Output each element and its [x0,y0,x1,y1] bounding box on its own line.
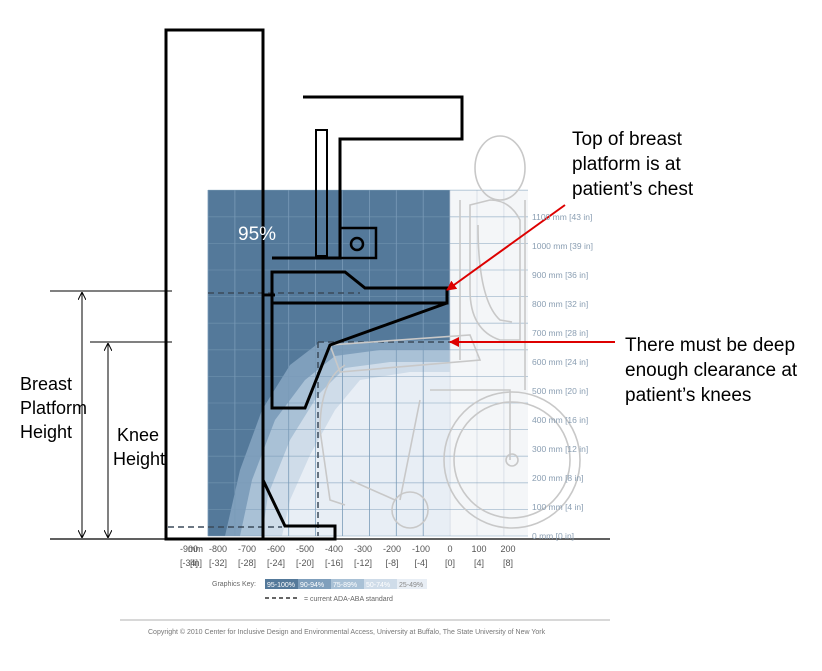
figure-grid-background [450,190,528,536]
knee-height-line-1: Knee [116,425,160,445]
x-tick-label-mm: -400 [325,544,343,554]
x-tick-label-in: [-16] [325,558,343,568]
breast-platform-height-label: Breast Platform Height [20,372,88,444]
x-tick-label-mm: 0 [447,544,452,554]
y-tick-label: 900 mm [36 in] [532,270,588,280]
clearance-line-3: patient’s knees [625,385,752,406]
top-platform-line-1: Top of breast [572,129,682,150]
x-axis-labels: -900[-34]-800[-32]-700[-28]-600[-24]-500… [180,544,516,568]
y-tick-label: 600 mm [24 in] [532,357,588,367]
key-item-95-100: 95-100% [267,582,295,589]
x-tick-label-in: [-32] [209,558,227,568]
key-item-90-94: 90-94% [300,582,324,589]
graphics-key: Graphics Key: 95-100% 90-94% 75-89% 50-7… [212,579,427,603]
breast-platform-height-line-1: Breast [20,374,73,394]
reach-percent-label: 95% [238,224,276,245]
top-platform-line-3: patient’s chest [572,179,694,200]
y-tick-label: 100 mm [4 in] [532,502,584,512]
x-tick-label-in: [-28] [238,558,256,568]
top-platform-annotation: Top of breast platform is at patient’s c… [572,127,693,202]
clearance-line-1: There must be deep [625,335,796,356]
y-tick-label: 800 mm [32 in] [532,299,588,309]
clearance-annotation: There must be deep enough clearance at p… [625,333,797,408]
y-tick-label: 1000 mm [39 in] [532,241,593,251]
x-tick-label-mm: 100 [471,544,486,554]
key-item-75-89: 75-89% [333,582,357,589]
x-tick-label-mm: -100 [412,544,430,554]
knee-height-line-2: Height [113,449,166,469]
key-item-25-49: 25-49% [399,582,423,589]
copyright-text: Copyright © 2010 Center for Inclusive De… [148,628,546,636]
graphics-key-label: Graphics Key: [212,581,256,588]
x-tick-label-mm: -200 [383,544,401,554]
x-tick-label-in: [-12] [354,558,372,568]
y-tick-label: 500 mm [20 in] [532,386,588,396]
x-unit-in: [in] [190,558,202,568]
y-tick-label: 700 mm [28 in] [532,328,588,338]
x-tick-label-mm: -600 [267,544,285,554]
x-tick-label-in: [4] [474,558,484,568]
x-tick-label-in: [0] [445,558,455,568]
knee-height-label: Knee Height [113,423,166,471]
x-unit-mm: mm [188,544,203,554]
y-tick-label: 300 mm [12 in] [532,444,588,454]
breast-platform-height-line-2: Platform [20,398,88,418]
x-tick-label-mm: 200 [500,544,515,554]
y-tick-label: 200 mm [8 in] [532,473,584,483]
x-tick-label-in: [8] [503,558,513,568]
key-item-50-74: 50-74% [366,582,390,589]
y-axis-labels: 1100 mm [43 in] 1000 mm [39 in] 900 mm [36… [532,212,593,541]
x-tick-label-in: [-8] [385,558,398,568]
y-tick-label: 400 mm [16 in] [532,415,588,425]
clearance-line-2: enough clearance at [625,360,798,381]
x-tick-label-in: [-4] [414,558,427,568]
x-tick-label-in: [-20] [296,558,314,568]
x-tick-label-mm: -300 [354,544,372,554]
x-tick-label-mm: -700 [238,544,256,554]
y-tick-label: 0 mm [0 in] [532,531,574,541]
x-tick-label-mm: -500 [296,544,314,554]
x-tick-label-mm: -800 [209,544,227,554]
key-dashed-label: = current ADA-ABA standard [304,596,393,603]
breast-platform-height-line-3: Height [20,422,73,442]
x-tick-label-in: [-24] [267,558,285,568]
y-tick-label: 1100 mm [43 in] [532,212,592,222]
top-platform-line-2: platform is at [572,154,681,175]
